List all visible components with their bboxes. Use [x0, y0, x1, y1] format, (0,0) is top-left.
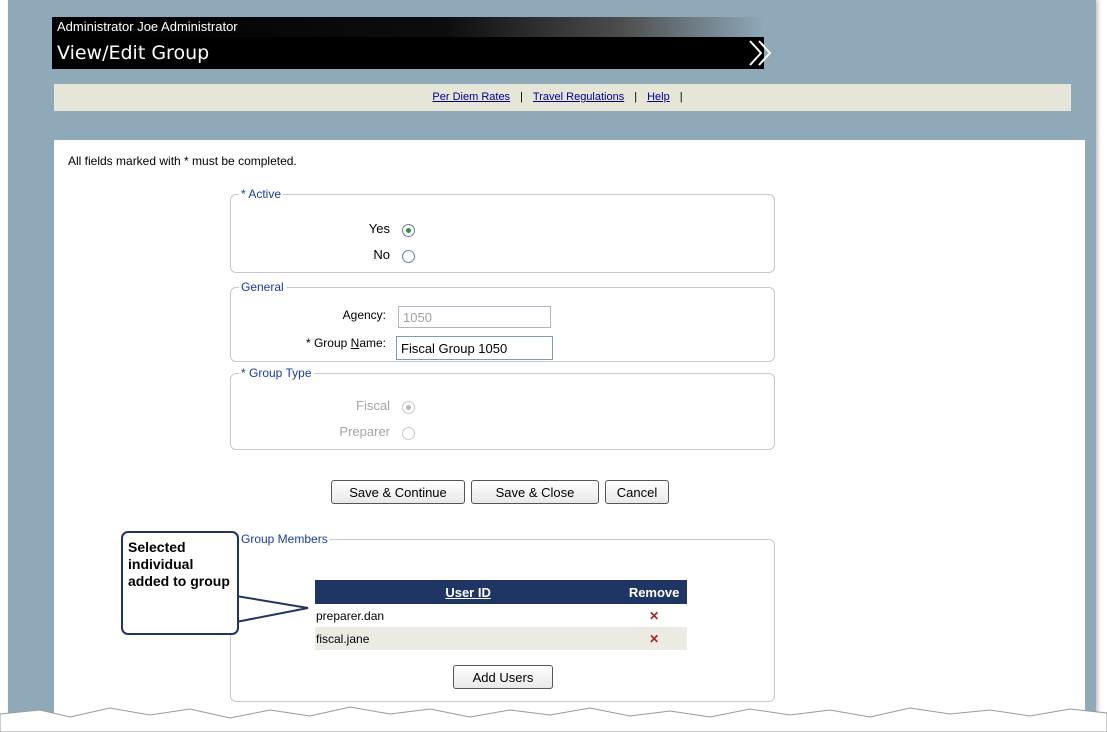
user-id-cell: fiscal.jane: [316, 631, 370, 646]
group-type-preparer-label: Preparer: [339, 424, 390, 439]
annotation-callout: Selected individual added to group: [121, 531, 239, 635]
group-members-legend: Group Members: [241, 532, 328, 546]
nav-separator: |: [634, 91, 638, 103]
callout-pointer: [236, 594, 309, 624]
nav-link-help[interactable]: Help: [647, 91, 670, 103]
column-header-user-id[interactable]: User ID: [315, 580, 622, 604]
page-title: View/Edit Group: [52, 37, 772, 69]
nav-link-per-diem-rates[interactable]: Per Diem Rates: [432, 91, 510, 103]
group-type-preparer-radio: [402, 427, 415, 440]
torn-edge: [0, 706, 1107, 732]
active-no-radio[interactable]: [402, 250, 415, 263]
members-table: User ID Remove preparer.dan ✕ fiscal.jan…: [315, 580, 687, 650]
group-name-input[interactable]: [396, 336, 553, 360]
agency-input: [398, 306, 551, 328]
user-id-cell: preparer.dan: [316, 608, 385, 623]
nav-link-travel-regulations[interactable]: Travel Regulations: [533, 91, 624, 103]
active-yes-radio[interactable]: [402, 224, 415, 237]
group-type-fieldset: * Group Type Fiscal Preparer: [230, 366, 775, 450]
table-row: preparer.dan ✕: [315, 604, 687, 627]
general-legend: General: [241, 280, 284, 294]
active-no-label: No: [373, 247, 390, 262]
active-legend: * Active: [241, 187, 282, 201]
page-title-text: View/Edit Group: [57, 42, 210, 64]
title-bar: Administrator Joe Administrator View/Edi…: [52, 17, 772, 71]
main-content: All fields marked with * must be complet…: [54, 140, 1085, 732]
cancel-button[interactable]: Cancel: [605, 480, 669, 504]
add-users-button[interactable]: Add Users: [453, 665, 553, 689]
members-header-row: User ID Remove: [315, 580, 687, 604]
nav-separator: |: [679, 91, 683, 103]
group-type-fiscal-radio: [402, 401, 415, 414]
remove-icon[interactable]: ✕: [621, 604, 687, 627]
user-name: Administrator Joe Administrator: [52, 17, 764, 37]
column-header-remove: Remove: [621, 580, 687, 604]
group-type-fiscal-label: Fiscal: [356, 398, 390, 413]
remove-icon[interactable]: ✕: [621, 627, 687, 650]
general-fieldset: General Agency: * Group Name:: [230, 280, 775, 362]
required-instructions: All fields marked with * must be complet…: [68, 154, 297, 168]
group-name-label: * Group Name:: [305, 336, 386, 350]
group-type-legend: * Group Type: [241, 366, 312, 380]
nav-separator: |: [520, 91, 523, 103]
table-row: fiscal.jane ✕: [315, 627, 687, 650]
active-yes-label: Yes: [368, 221, 390, 236]
save-continue-button[interactable]: Save & Continue: [331, 480, 465, 504]
double-chevron-icon: [749, 40, 772, 66]
nav-bar: Per Diem Rates | Travel Regulations | Help |: [54, 84, 1071, 111]
active-fieldset: * Active Yes No: [230, 187, 775, 273]
save-close-button[interactable]: Save & Close: [471, 480, 599, 504]
agency-label: Agency:: [342, 308, 386, 322]
